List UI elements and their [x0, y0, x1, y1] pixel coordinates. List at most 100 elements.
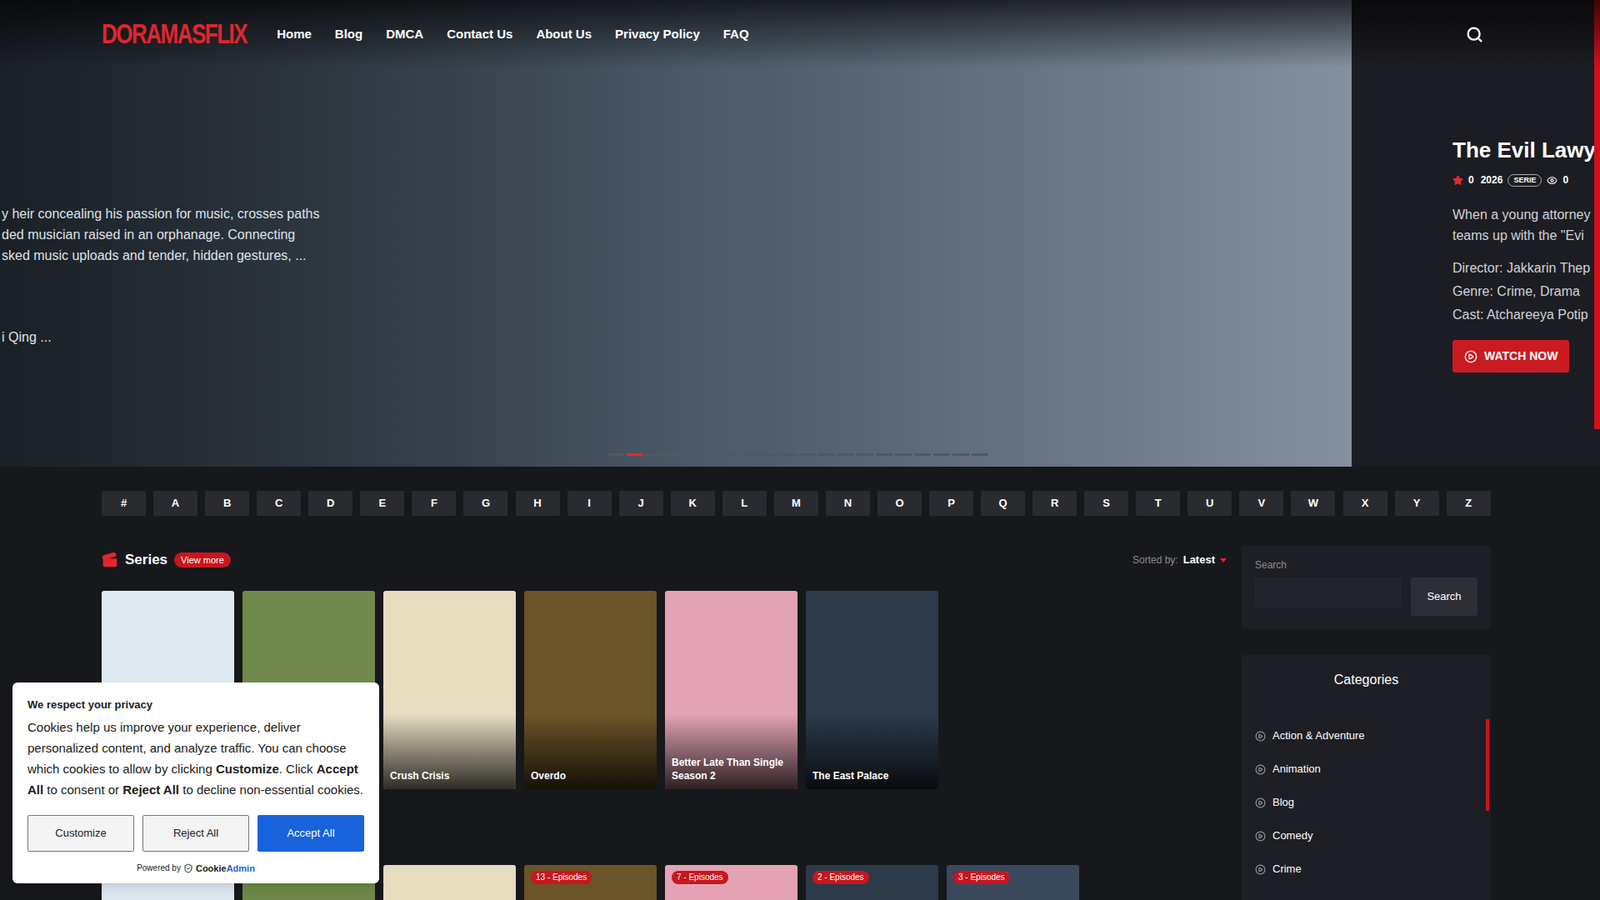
nav-link[interactable]: Contact Us	[446, 25, 513, 45]
search-button[interactable]: Search	[1410, 577, 1478, 616]
genre: Genre: Crime, Drama	[1452, 280, 1600, 304]
letter-button[interactable]: V	[1239, 490, 1284, 516]
search-icon[interactable]	[1465, 25, 1484, 44]
slider-dot[interactable]	[875, 453, 893, 456]
episode-card[interactable]: 13 - Episodes	[524, 865, 657, 900]
letter-button[interactable]: #	[101, 490, 146, 516]
cookie-text: Reject All	[122, 782, 180, 797]
series-card[interactable]: Better Late Than Single Season 2	[665, 590, 798, 790]
shield-icon	[183, 863, 194, 874]
letter-button[interactable]: G	[463, 490, 508, 516]
slider-dot[interactable]	[895, 453, 912, 456]
letter-button[interactable]: X	[1343, 490, 1388, 516]
slider-dot[interactable]	[760, 453, 778, 456]
nav-link[interactable]: Privacy Policy	[615, 25, 700, 45]
sort-control[interactable]: Sorted by:Latest	[1132, 551, 1227, 569]
letter-button[interactable]: I	[567, 490, 612, 516]
slider-dot[interactable]	[914, 453, 931, 456]
watch-now-button[interactable]: WATCH NOW	[1452, 340, 1570, 373]
letter-button[interactable]: O	[877, 490, 922, 516]
category-icon	[1255, 797, 1266, 809]
main-nav: Home Blog DMCA Contact Us About Us Privacy Po…	[276, 25, 749, 45]
letter-button[interactable]: Q	[980, 490, 1025, 516]
clapperboard-icon	[101, 551, 119, 569]
slider-dot[interactable]	[780, 453, 797, 456]
category-item[interactable]: Animation	[1241, 752, 1491, 786]
slider-dot[interactable]	[741, 453, 759, 456]
nav-link[interactable]: Home	[276, 25, 312, 45]
letter-button[interactable]: L	[722, 490, 767, 516]
episode-card[interactable]: 3 - Episodes	[946, 865, 1080, 900]
letter-button[interactable]: C	[256, 490, 301, 516]
category-item[interactable]: Comedy	[1241, 819, 1491, 853]
slider-dot[interactable]	[665, 453, 682, 456]
slider-dot[interactable]	[626, 453, 644, 456]
cookie-text: to decline non-essential cookies.	[179, 782, 364, 797]
slider-dot[interactable]	[607, 453, 625, 456]
hero-slider[interactable]: y heir concealing his passion for music,…	[0, 0, 1600, 467]
letter-button[interactable]: F	[411, 490, 456, 516]
letter-button[interactable]: M	[774, 490, 819, 516]
slider-dot[interactable]	[645, 453, 663, 456]
logo[interactable]: DORAMASFLIX	[101, 14, 247, 55]
rating: 0	[1468, 172, 1475, 188]
cookie-button[interactable]: Customize	[27, 815, 135, 852]
sort-value: Latest	[1183, 551, 1215, 569]
nav-link[interactable]: DMCA	[385, 25, 424, 45]
nav-link[interactable]: FAQ	[723, 25, 750, 45]
description-line: y heir concealing his passion for music,…	[1, 203, 320, 225]
episode-card[interactable]: 2 - Episodes	[805, 865, 939, 900]
letter-button[interactable]: U	[1187, 490, 1232, 516]
slider-dot[interactable]	[722, 453, 740, 456]
letter-button[interactable]: W	[1290, 490, 1335, 516]
letter-button[interactable]: A	[153, 490, 198, 516]
description-line: teams up with the "Evi	[1452, 225, 1600, 246]
play-icon	[1464, 350, 1478, 364]
letter-button[interactable]: S	[1084, 490, 1129, 516]
category-item[interactable]: Blog	[1241, 785, 1491, 820]
search-input[interactable]	[1255, 577, 1402, 608]
caret-down-icon	[1220, 558, 1227, 563]
category-item[interactable]: Crime	[1241, 852, 1491, 886]
cookie-button[interactable]: Reject All	[142, 815, 250, 852]
category-icon	[1255, 864, 1266, 875]
list-scrollbar[interactable]	[1485, 719, 1490, 811]
letter-button[interactable]: P	[929, 490, 974, 516]
letter-button[interactable]: Z	[1446, 490, 1491, 516]
top-bar: DORAMASFLIX Home Blog DMCA Contact Us About U…	[0, 0, 1600, 69]
slider-dot[interactable]	[856, 453, 874, 456]
nav-link[interactable]: Blog	[335, 25, 363, 45]
letter-button[interactable]: K	[670, 490, 715, 516]
letter-button[interactable]: T	[1135, 490, 1180, 516]
slider-dot[interactable]	[837, 453, 855, 456]
series-card[interactable]: The East Palace	[805, 590, 939, 790]
letter-button[interactable]: N	[825, 490, 870, 516]
letter-button[interactable]: D	[308, 490, 353, 516]
powered-by: Powered byCookieAdmin	[27, 861, 365, 876]
nav-link[interactable]: About Us	[535, 25, 592, 45]
letter-button[interactable]: Y	[1395, 490, 1440, 516]
slide-title[interactable]: The Evil Lawy	[1452, 135, 1600, 165]
slider-dot[interactable]	[799, 453, 816, 456]
letter-button[interactable]: E	[360, 490, 405, 516]
previous-slide[interactable]: y heir concealing his passion for music,…	[0, 0, 1352, 467]
episode-card[interactable]	[383, 865, 516, 900]
letter-button[interactable]: R	[1032, 490, 1077, 516]
cookie-button[interactable]: Accept All	[257, 815, 365, 852]
current-slide[interactable]: The Evil Lawy02026SERIE0When a young att…	[1351, 0, 1600, 467]
slider-dot[interactable]	[971, 453, 989, 456]
letter-button[interactable]: B	[205, 490, 250, 516]
slider-dot[interactable]	[684, 453, 701, 456]
letter-button[interactable]: J	[619, 490, 664, 516]
letter-button[interactable]: H	[515, 490, 560, 516]
slider-dot[interactable]	[952, 453, 970, 456]
series-card[interactable]: Overdo	[524, 590, 657, 790]
view-more-badge[interactable]: View more	[174, 552, 231, 568]
slider-dot[interactable]	[703, 453, 720, 456]
series-card[interactable]: Crush Crisis	[383, 590, 516, 790]
category-label: Crime	[1272, 860, 1302, 878]
episode-card[interactable]: 7 - Episodes	[665, 865, 798, 900]
category-item[interactable]: Action & Adventure	[1241, 719, 1491, 753]
slider-dot[interactable]	[933, 453, 950, 456]
slider-dot[interactable]	[818, 453, 835, 456]
